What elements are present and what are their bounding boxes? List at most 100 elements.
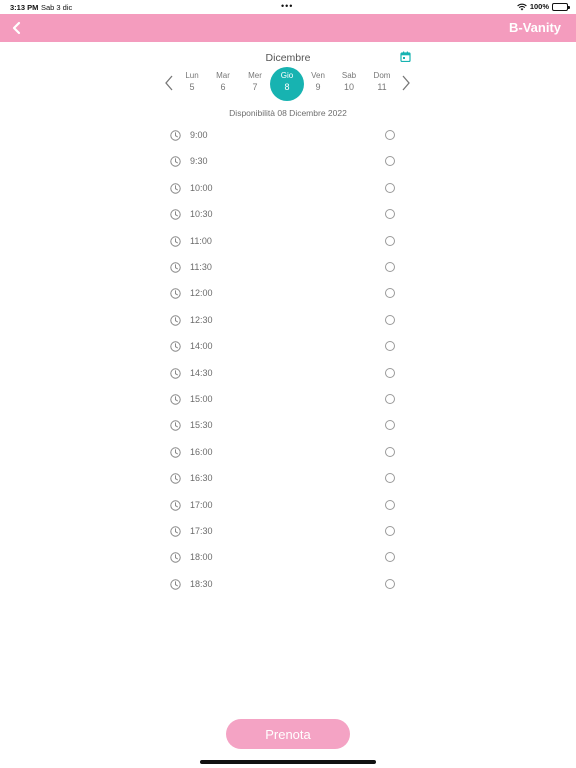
clock-icon [170,473,181,484]
day-gio-selected[interactable]: Gio 8 [270,67,304,101]
time-slot-row[interactable]: 15:00 [170,392,400,408]
slot-radio[interactable] [385,235,395,246]
clock-icon [170,262,181,273]
day-mer[interactable]: Mer 7 [238,68,272,100]
day-name: Mar [216,71,230,80]
clock-icon [170,235,181,247]
clock-icon [170,447,181,458]
chevron-left-icon [165,75,173,91]
slot-time: 16:00 [190,446,213,457]
slot-radio[interactable] [385,314,395,325]
clock-icon [170,209,181,220]
clock-icon [170,183,181,194]
back-button[interactable] [8,18,26,38]
slot-radio[interactable] [385,341,395,352]
slot-time: 15:30 [190,420,213,431]
month-label: Dicembre [265,52,311,64]
time-slot-row[interactable]: 15:30 [170,418,400,434]
day-lun[interactable]: Lun 5 [175,68,209,100]
clock-icon [170,579,181,590]
calendar-icon[interactable] [400,51,411,62]
time-slot-row[interactable]: 9:00 [170,128,400,144]
day-number: 11 [377,82,387,92]
day-name: Lun [185,71,199,80]
day-number: 10 [343,82,354,92]
day-number: 8 [284,82,290,92]
time-slot-row[interactable]: 14:30 [170,366,400,382]
day-dom[interactable]: Dom 11 [365,68,399,100]
battery-percent: 100% [529,2,549,11]
day-number: 7 [252,82,258,92]
slot-time: 16:30 [190,473,213,484]
day-name: Sab [341,71,357,80]
multitasking-dots-icon[interactable]: ••• [281,1,293,11]
slot-radio[interactable] [385,578,395,589]
slot-time: 9:00 [190,130,208,140]
time-slot-row[interactable]: 18:30 [170,577,400,593]
slot-radio[interactable] [385,182,395,193]
time-slot-row[interactable]: 12:30 [170,313,400,329]
time-slot-row[interactable]: 11:00 [170,234,400,250]
slot-radio[interactable] [385,552,395,563]
day-name: Mer [248,71,262,80]
battery-icon [552,2,570,11]
time-slot-row[interactable]: 14:00 [170,339,400,355]
slot-time: 10:00 [190,182,213,193]
slot-time: 15:00 [190,394,213,404]
previous-week-button[interactable] [162,74,176,92]
slot-time: 18:00 [190,552,213,563]
time-slot-row[interactable]: 10:30 [170,207,400,223]
time-slot-row[interactable]: 17:00 [170,498,400,514]
slot-time: 17:30 [190,526,213,536]
slot-time: 12:30 [190,314,213,325]
time-slot-row[interactable]: 16:00 [170,445,400,461]
clock-icon [170,288,181,300]
book-button[interactable]: Prenota [226,719,350,749]
time-slot-row[interactable]: 9:30 [170,154,400,170]
slot-time: 12:00 [190,288,213,299]
clock-icon [170,499,181,511]
time-slot-row[interactable]: 18:00 [170,550,400,566]
day-number: 5 [189,82,195,92]
clock-icon [170,130,181,141]
day-number: 6 [220,82,226,92]
slot-radio[interactable] [385,526,395,536]
nav-bar: B-Vanity [0,14,576,42]
slot-radio[interactable] [385,420,395,431]
clock-icon [170,315,181,326]
slot-radio[interactable] [385,499,395,510]
home-indicator[interactable] [200,760,376,764]
clock-icon [170,367,181,379]
slot-time: 11:30 [190,262,212,272]
slot-time: 17:00 [190,499,213,510]
clock-icon [170,341,181,352]
clock-icon [170,394,181,405]
chevron-right-icon [402,75,410,91]
time-slot-row[interactable]: 16:30 [170,471,400,487]
time-slot-row[interactable]: 11:30 [170,260,400,276]
chevron-left-icon [12,21,21,35]
slot-radio[interactable] [385,394,395,404]
slot-radio[interactable] [385,156,395,167]
slot-time: 18:30 [190,578,213,589]
day-ven[interactable]: Ven 9 [301,68,335,100]
slot-radio[interactable] [385,288,395,299]
slot-radio[interactable] [385,130,395,140]
slot-time: 10:30 [190,209,213,220]
time-slot-row[interactable]: 12:00 [170,286,400,302]
wifi-icon [517,3,527,10]
day-mar[interactable]: Mar 6 [206,68,240,100]
slot-radio[interactable] [385,262,395,272]
clock-icon [170,156,181,168]
day-sab[interactable]: Sab 10 [332,68,366,100]
slot-radio[interactable] [385,209,395,220]
clock-icon [170,552,181,564]
slot-time: 14:30 [190,367,213,378]
slot-radio[interactable] [385,446,395,457]
slot-radio[interactable] [385,367,395,378]
time-slot-row[interactable]: 17:30 [170,524,400,540]
time-slot-row[interactable]: 10:00 [170,181,400,197]
day-name: Gio [280,71,294,80]
slot-radio[interactable] [385,473,395,484]
next-week-button[interactable] [399,74,413,92]
